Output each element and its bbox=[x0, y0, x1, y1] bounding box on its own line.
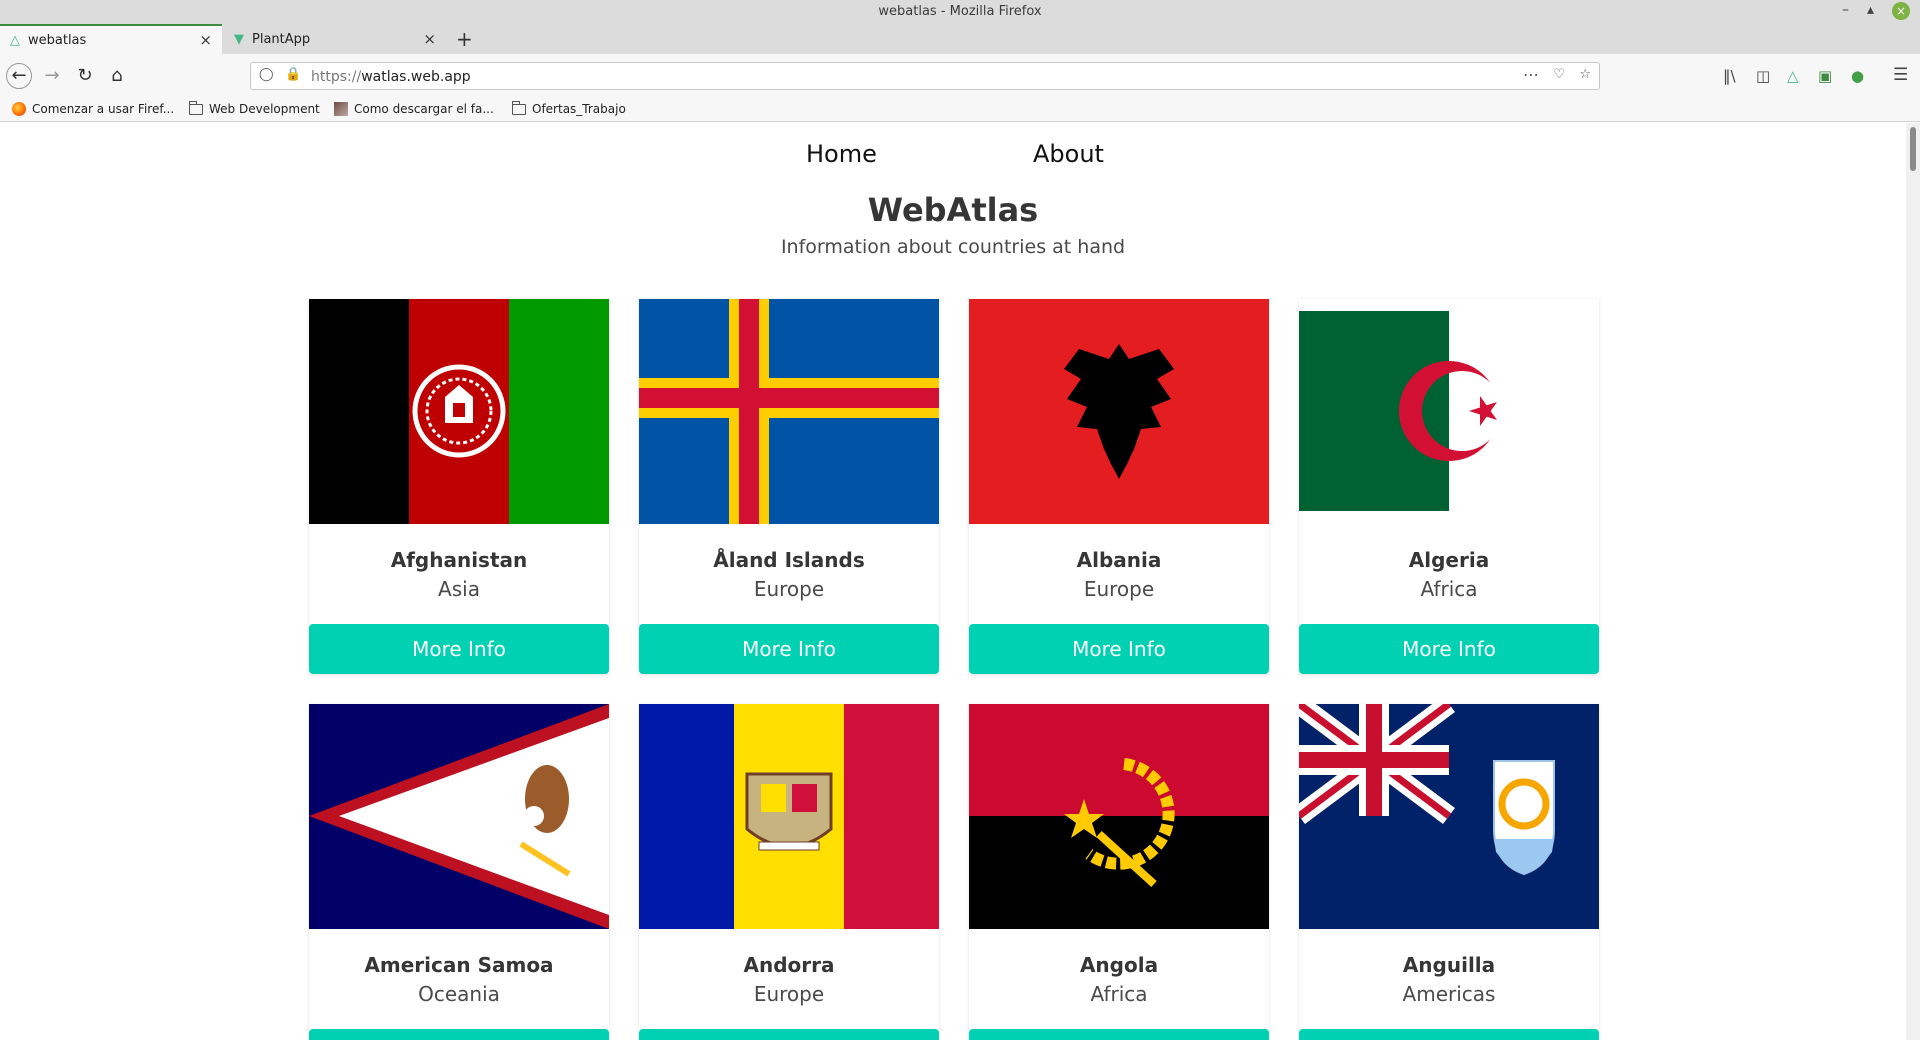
new-tab-button[interactable]: + bbox=[456, 27, 473, 51]
country-region: Europe bbox=[753, 982, 825, 1006]
country-card: Albania Europe More Info bbox=[969, 299, 1269, 674]
anguilla-flag bbox=[1299, 704, 1599, 929]
bookmark-folder[interactable]: Ofertas_Trabajo bbox=[512, 100, 626, 116]
angola-flag bbox=[969, 704, 1269, 929]
nav-about-link[interactable]: About bbox=[1033, 140, 1104, 168]
vue-logo-icon: △ bbox=[10, 32, 20, 48]
country-name: Angola bbox=[1079, 953, 1159, 977]
extension-icon[interactable]: ▣ bbox=[1818, 67, 1832, 85]
country-region: Asia bbox=[438, 577, 480, 601]
bookmark-item[interactable]: Como descargar el fa... bbox=[334, 102, 494, 116]
extension-badge-icon[interactable]: ● bbox=[1851, 67, 1864, 85]
albania-flag bbox=[969, 299, 1269, 524]
bookmarks-toolbar: Comenzar a usar Firef... Web Development… bbox=[0, 98, 1920, 122]
page-content: Home About WebAtlas Information about co… bbox=[0, 123, 1906, 1040]
folder-icon bbox=[189, 100, 203, 115]
country-name: Afghanistan bbox=[390, 548, 528, 572]
tab-webatlas[interactable]: △ webatlas × bbox=[0, 24, 222, 54]
aland-islands-flag bbox=[639, 299, 939, 524]
forward-button[interactable]: → bbox=[39, 63, 65, 89]
url-bar[interactable]: ◯ 🔒 https://watlas.web.app ⋯ ♡ ☆ bbox=[250, 62, 1600, 90]
country-region: Europe bbox=[1083, 577, 1155, 601]
tab-label: webatlas bbox=[28, 32, 87, 48]
more-info-button[interactable]: More Info bbox=[309, 624, 609, 674]
url-protocol: https:// bbox=[311, 69, 362, 85]
image-icon bbox=[334, 102, 348, 116]
page-title: WebAtlas bbox=[867, 191, 1039, 229]
more-info-button[interactable]: More Info bbox=[1299, 624, 1599, 674]
tab-plantapp[interactable]: ▼ PlantApp × bbox=[224, 24, 446, 54]
andorra-flag bbox=[639, 704, 939, 929]
more-info-button[interactable]: More Info bbox=[969, 624, 1269, 674]
reload-button[interactable]: ↻ bbox=[72, 63, 98, 89]
country-region: Africa bbox=[1090, 982, 1148, 1006]
window-titlebar: webatlas - Mozilla Firefox – ▴ × bbox=[0, 0, 1920, 24]
maximize-icon[interactable]: ▴ bbox=[1867, 2, 1874, 20]
tab-strip: △ webatlas × ▼ PlantApp × + bbox=[0, 24, 1920, 54]
url-host: watlas.web.app bbox=[361, 69, 471, 85]
close-tab-icon[interactable]: × bbox=[199, 31, 212, 49]
vue-devtools-icon[interactable]: △ bbox=[1787, 67, 1799, 85]
firefox-icon bbox=[12, 102, 26, 116]
bookmark-item[interactable]: Comenzar a usar Firef... bbox=[12, 102, 174, 116]
country-name: Andorra bbox=[743, 953, 835, 977]
bookmark-folder[interactable]: Web Development bbox=[189, 100, 320, 116]
more-info-button[interactable]: More Info bbox=[639, 1029, 939, 1040]
nav-home-link[interactable]: Home bbox=[806, 140, 877, 168]
shield-icon[interactable]: ◯ bbox=[259, 67, 274, 82]
lock-icon[interactable]: 🔒 bbox=[285, 67, 301, 82]
page-actions-icon[interactable]: ⋯ bbox=[1523, 65, 1539, 84]
folder-icon bbox=[512, 100, 526, 115]
library-icon[interactable]: ‖\ bbox=[1723, 67, 1736, 85]
page-scrollbar[interactable] bbox=[1906, 123, 1920, 1040]
country-name: Åland Islands bbox=[713, 548, 865, 572]
country-region: Europe bbox=[753, 577, 825, 601]
country-card: Algeria Africa More Info bbox=[1299, 299, 1599, 674]
country-region: Americas bbox=[1402, 982, 1496, 1006]
vue-logo-icon: ▼ bbox=[234, 31, 244, 47]
more-info-button[interactable]: More Info bbox=[1299, 1029, 1599, 1040]
country-card: American Samoa Oceania More Info bbox=[309, 704, 609, 1040]
back-button[interactable]: ← bbox=[6, 63, 32, 89]
country-card: Andorra Europe More Info bbox=[639, 704, 939, 1040]
more-info-button[interactable]: More Info bbox=[969, 1029, 1269, 1040]
country-card: Åland Islands Europe More Info bbox=[639, 299, 939, 674]
country-region: Oceania bbox=[418, 982, 500, 1006]
navigation-toolbar: ← → ↻ ⌂ ◯ 🔒 https://watlas.web.app ⋯ ♡ ☆… bbox=[0, 54, 1920, 98]
more-info-button[interactable]: More Info bbox=[309, 1029, 609, 1040]
window-title: webatlas - Mozilla Firefox bbox=[878, 4, 1042, 19]
tab-label: PlantApp bbox=[252, 31, 311, 47]
algeria-flag bbox=[1299, 299, 1599, 524]
sidebar-icon[interactable]: ◫ bbox=[1756, 67, 1770, 85]
pocket-icon[interactable]: ♡ bbox=[1553, 67, 1565, 82]
scrollbar-thumb[interactable] bbox=[1910, 127, 1916, 171]
country-name: American Samoa bbox=[364, 953, 554, 977]
country-name: Albania bbox=[1076, 548, 1162, 572]
close-tab-icon[interactable]: × bbox=[423, 30, 436, 48]
american-samoa-flag bbox=[309, 704, 609, 929]
country-card: Afghanistan Asia More Info bbox=[309, 299, 609, 674]
afghanistan-flag bbox=[309, 299, 609, 524]
more-info-button[interactable]: More Info bbox=[639, 624, 939, 674]
menu-icon[interactable]: ☰ bbox=[1893, 65, 1908, 85]
country-card: Angola Africa More Info bbox=[969, 704, 1269, 1040]
close-window-icon[interactable]: × bbox=[1892, 2, 1910, 20]
country-card: Anguilla Americas More Info bbox=[1299, 704, 1599, 1040]
page-subtitle: Information about countries at hand bbox=[780, 236, 1126, 258]
country-name: Algeria bbox=[1408, 548, 1490, 572]
country-region: Africa bbox=[1420, 577, 1478, 601]
minimize-icon[interactable]: – bbox=[1842, 2, 1849, 20]
country-name: Anguilla bbox=[1402, 953, 1496, 977]
bookmark-star-icon[interactable]: ☆ bbox=[1579, 67, 1591, 82]
url-text[interactable]: https://watlas.web.app bbox=[311, 69, 471, 85]
home-button[interactable]: ⌂ bbox=[104, 63, 130, 89]
